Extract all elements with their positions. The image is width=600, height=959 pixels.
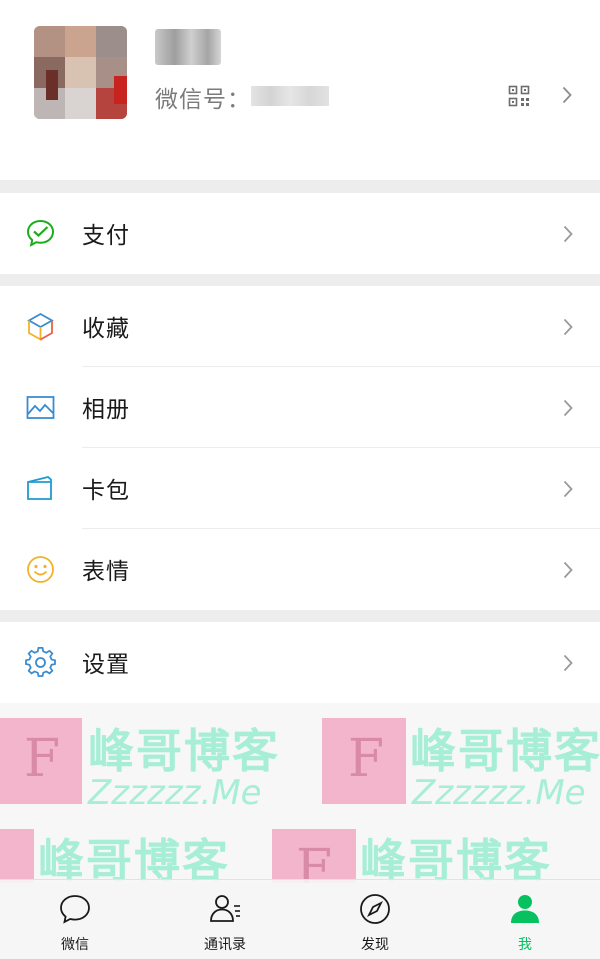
menu-item-cards[interactable]: 卡包 [0, 448, 600, 529]
wechat-id-blurred [251, 86, 329, 106]
smiley-face-icon [27, 556, 54, 583]
watermark-cn-text: 峰哥博客 [360, 834, 552, 883]
menu-item-settings[interactable]: 设置 [0, 622, 600, 703]
section-settings: 设置 [0, 622, 600, 703]
watermark-en-text: Zzzzzz.Me [412, 773, 586, 813]
chevron-right-icon [563, 318, 573, 336]
menu-item-favorites[interactable]: 收藏 [0, 286, 600, 367]
menu-label-album: 相册 [82, 397, 130, 423]
chat-bubble-icon [60, 895, 90, 924]
menu-label-pay: 支付 [82, 223, 130, 249]
compass-icon [360, 894, 390, 924]
avatar[interactable] [34, 26, 127, 119]
tab-contacts[interactable]: 通讯录 [150, 880, 300, 959]
favorites-cube-icon [27, 312, 54, 342]
chevron-right-icon [563, 654, 573, 672]
tab-label-discover: 发现 [361, 937, 389, 953]
chevron-right-icon [563, 480, 573, 498]
wechat-me-screen: 微信号： 支付 收藏 相册 卡包 表情 设置 F 峰哥博客 Zzzzzz.Me … [0, 0, 600, 959]
menu-item-stickers[interactable]: 表情 [0, 529, 600, 610]
tab-chats[interactable]: 微信 [0, 880, 150, 959]
chevron-right-icon [563, 399, 573, 417]
tab-label-contacts: 通讯录 [204, 937, 246, 953]
menu-item-album[interactable]: 相册 [0, 367, 600, 448]
section-collections: 收藏 相册 卡包 表情 [0, 286, 600, 610]
watermark-logo-block [0, 829, 34, 883]
chevron-right-icon [563, 561, 573, 579]
tab-label-me: 我 [518, 937, 532, 953]
contacts-icon [210, 895, 240, 922]
chevron-right-icon [562, 86, 572, 104]
watermark-letter: F [24, 729, 61, 789]
menu-label-settings: 设置 [82, 652, 130, 678]
nickname-blurred [155, 29, 221, 65]
watermark-cn-text: 峰哥博客 [38, 834, 230, 883]
tab-me[interactable]: 我 [450, 880, 600, 959]
menu-label-favorites: 收藏 [82, 316, 130, 342]
watermark-letter: F [296, 839, 333, 883]
menu-item-pay[interactable]: 支付 [0, 193, 600, 274]
chevron-right-icon [563, 225, 573, 243]
pay-icon [26, 219, 55, 247]
watermark-overlay: F 峰哥博客 Zzzzzz.Me F 峰哥博客 Zzzzzz.Me 峰哥博客 F… [0, 703, 600, 883]
bottom-tab-bar: 微信 通讯录 发现 我 [0, 879, 600, 959]
card-wallet-icon [27, 476, 52, 500]
wechat-id-label: 微信号： [155, 87, 251, 113]
menu-label-stickers: 表情 [82, 559, 130, 585]
tab-label-chats: 微信 [61, 937, 89, 953]
tab-discover[interactable]: 发现 [300, 880, 450, 959]
section-pay: 支付 [0, 193, 600, 274]
watermark-en-text: Zzzzzz.Me [88, 773, 262, 813]
watermark-cn-text: 峰哥博客 [410, 724, 600, 778]
menu-label-cards: 卡包 [82, 478, 130, 504]
person-icon [511, 895, 539, 923]
album-picture-icon [26, 396, 55, 419]
profile-header[interactable]: 微信号： [0, 0, 600, 180]
watermark-letter: F [348, 729, 385, 789]
watermark-cn-text: 峰哥博客 [88, 724, 280, 778]
qr-code-icon[interactable] [508, 85, 530, 107]
gear-icon [25, 647, 56, 677]
